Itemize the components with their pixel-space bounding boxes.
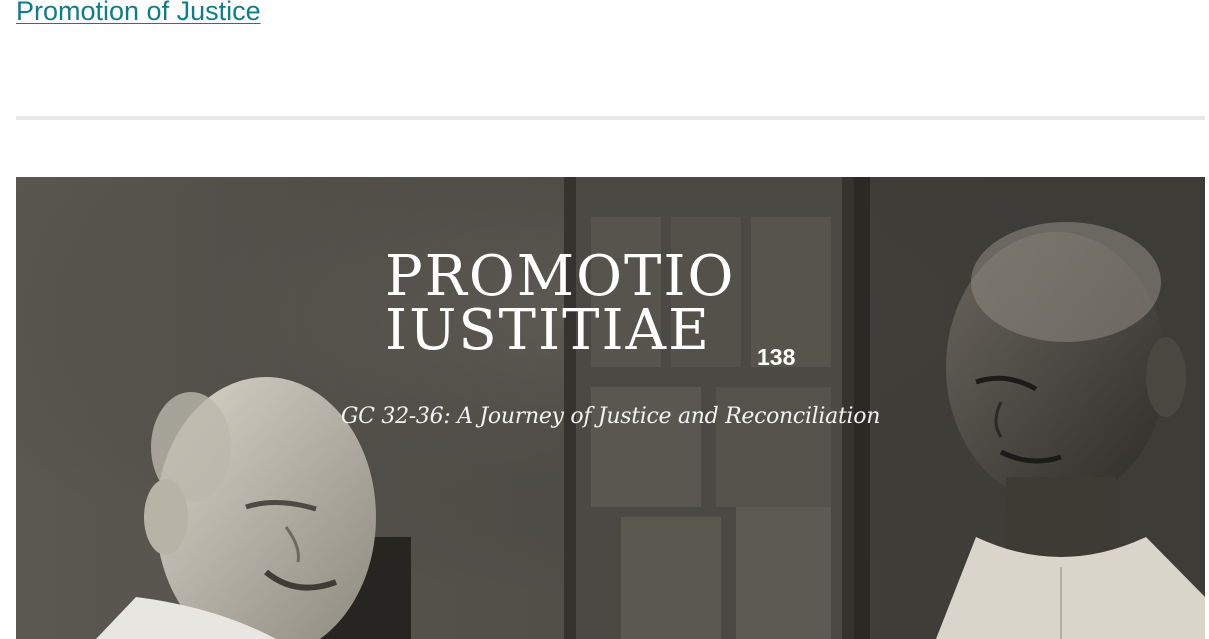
section-divider	[16, 116, 1205, 120]
promotion-of-justice-link[interactable]: Promotion of Justice	[16, 0, 261, 28]
page: Promotion of Justice PROMOTIO IUSTITIAE …	[0, 0, 1209, 639]
issue-number: 138	[757, 344, 796, 370]
banner-subtitle: GC 32-36: A Journey of Justice and Recon…	[340, 404, 881, 429]
banner-title-line-2: IUSTITIAE	[385, 298, 711, 363]
promotio-iustitiae-banner[interactable]: PROMOTIO IUSTITIAE 138 GC 32-36: A Journ…	[16, 177, 1205, 639]
banner-title-block: PROMOTIO IUSTITIAE 138 GC 32-36: A Journ…	[16, 177, 1205, 639]
